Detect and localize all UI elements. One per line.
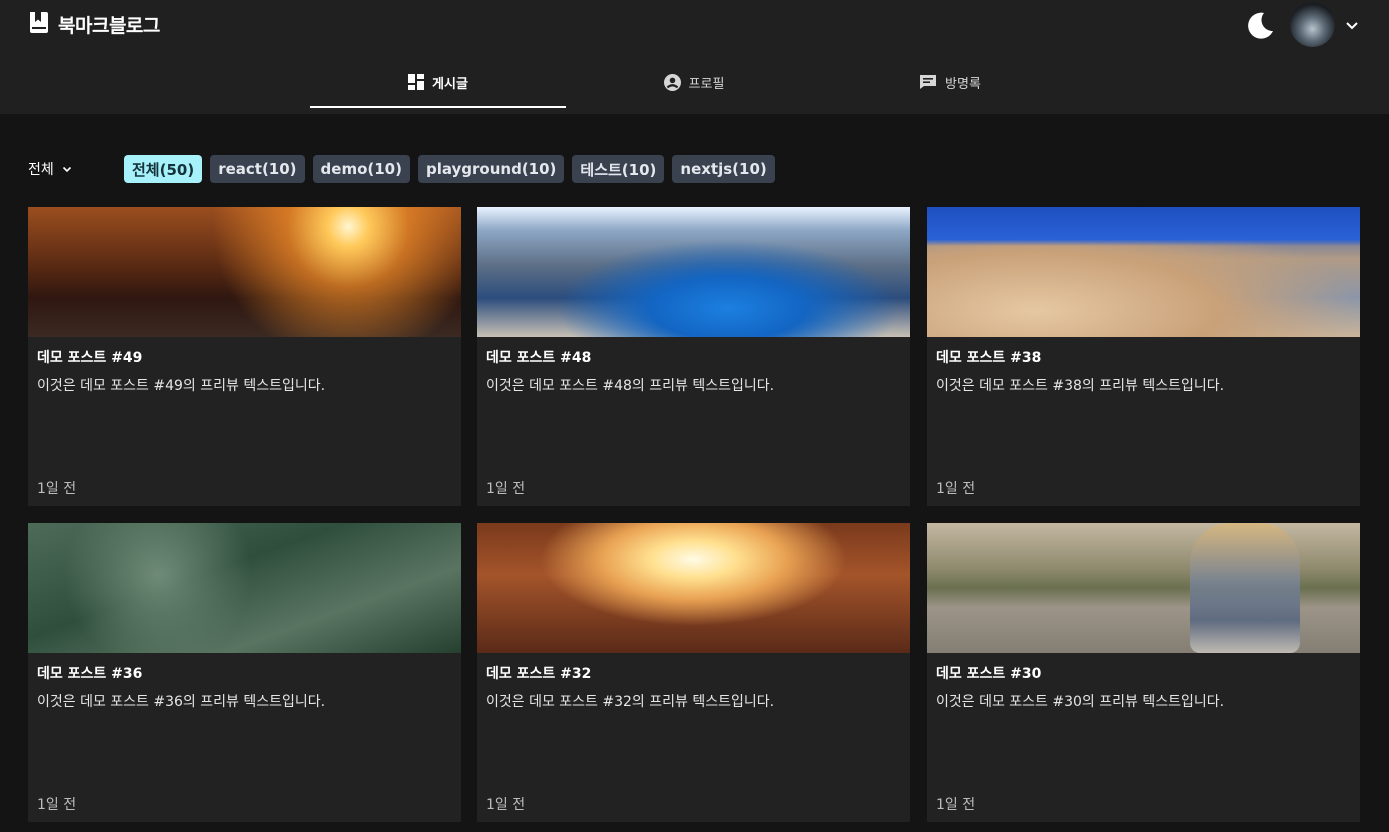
post-preview: 이것은 데모 포스트 #48의 프리뷰 텍스트입니다. <box>486 378 775 394</box>
category-label: 전체 <box>28 162 54 178</box>
thumbnail-figure <box>1190 523 1300 653</box>
brand-link[interactable]: 북마크블로그 <box>28 10 160 38</box>
post-thumbnail <box>477 207 910 337</box>
tag-chip-all[interactable]: 전체(50) <box>124 155 203 183</box>
post-preview: 이것은 데모 포스트 #36의 프리뷰 텍스트입니다. <box>37 694 326 710</box>
tab-guestbook[interactable]: 방명록 <box>822 56 1078 108</box>
post-card[interactable]: 데모 포스트 #30 이것은 데모 포스트 #30의 프리뷰 텍스트입니다. 1… <box>927 523 1360 822</box>
post-thumbnail <box>927 207 1360 337</box>
post-thumbnail <box>28 523 461 653</box>
post-preview: 이것은 데모 포스트 #38의 프리뷰 텍스트입니다. <box>936 378 1225 394</box>
tab-label: 게시글 <box>432 76 468 92</box>
tab-posts[interactable]: 게시글 <box>310 56 566 108</box>
post-preview: 이것은 데모 포스트 #30의 프리뷰 텍스트입니다. <box>936 694 1225 710</box>
post-date: 1일 전 <box>936 481 976 497</box>
nav-tabs: 게시글 프로필 방명록 <box>310 56 1078 108</box>
post-card[interactable]: 데모 포스트 #38 이것은 데모 포스트 #38의 프리뷰 텍스트입니다. 1… <box>927 207 1360 506</box>
post-card[interactable]: 데모 포스트 #36 이것은 데모 포스트 #36의 프리뷰 텍스트입니다. 1… <box>28 523 461 822</box>
post-preview: 이것은 데모 포스트 #49의 프리뷰 텍스트입니다. <box>37 378 326 394</box>
bookmark-book-icon <box>28 10 50 38</box>
comment-icon <box>919 74 937 90</box>
tag-chips: 전체(50) react(10) demo(10) playground(10)… <box>124 155 775 183</box>
post-card[interactable]: 데모 포스트 #32 이것은 데모 포스트 #32의 프리뷰 텍스트입니다. 1… <box>477 523 910 822</box>
post-date: 1일 전 <box>486 797 526 813</box>
post-thumbnail <box>927 523 1360 653</box>
tab-label: 방명록 <box>945 76 981 92</box>
post-title: 데모 포스트 #36 <box>37 666 143 682</box>
tab-label: 프로필 <box>688 76 725 92</box>
chevron-down-icon <box>62 164 72 174</box>
chevron-down-icon[interactable] <box>1345 18 1359 32</box>
brand-name: 북마크블로그 <box>58 14 160 37</box>
post-date: 1일 전 <box>486 481 526 497</box>
category-select[interactable]: 전체 <box>28 159 124 179</box>
post-card[interactable]: 데모 포스트 #49 이것은 데모 포스트 #49의 프리뷰 텍스트입니다. 1… <box>28 207 461 506</box>
tag-chip-demo[interactable]: demo(10) <box>312 155 410 183</box>
post-card[interactable]: 데모 포스트 #48 이것은 데모 포스트 #48의 프리뷰 텍스트입니다. 1… <box>477 207 910 506</box>
post-thumbnail <box>477 523 910 653</box>
tag-chip-nextjs[interactable]: nextjs(10) <box>672 155 775 183</box>
post-date: 1일 전 <box>37 797 77 813</box>
account-circle-icon <box>663 73 681 91</box>
post-date: 1일 전 <box>936 797 976 813</box>
post-preview: 이것은 데모 포스트 #32의 프리뷰 텍스트입니다. <box>486 694 775 710</box>
tag-chip-react[interactable]: react(10) <box>210 155 305 183</box>
post-date: 1일 전 <box>37 481 77 497</box>
tag-chip-playground[interactable]: playground(10) <box>417 155 565 183</box>
post-title: 데모 포스트 #48 <box>486 350 592 366</box>
post-thumbnail <box>28 207 461 337</box>
post-title: 데모 포스트 #49 <box>37 350 143 366</box>
tag-chip-test[interactable]: 테스트(10) <box>572 155 665 183</box>
user-avatar[interactable] <box>1290 2 1335 47</box>
tab-profile[interactable]: 프로필 <box>566 56 822 108</box>
post-title: 데모 포스트 #32 <box>486 666 592 682</box>
dashboard-icon <box>408 74 425 90</box>
app-header: 북마크블로그 게시글 프로필 방명록 <box>0 0 1389 114</box>
post-title: 데모 포스트 #38 <box>936 350 1042 366</box>
filter-bar: 전체 전체(50) react(10) demo(10) playground(… <box>28 154 775 184</box>
post-title: 데모 포스트 #30 <box>936 666 1042 682</box>
moon-icon[interactable] <box>1244 9 1276 41</box>
